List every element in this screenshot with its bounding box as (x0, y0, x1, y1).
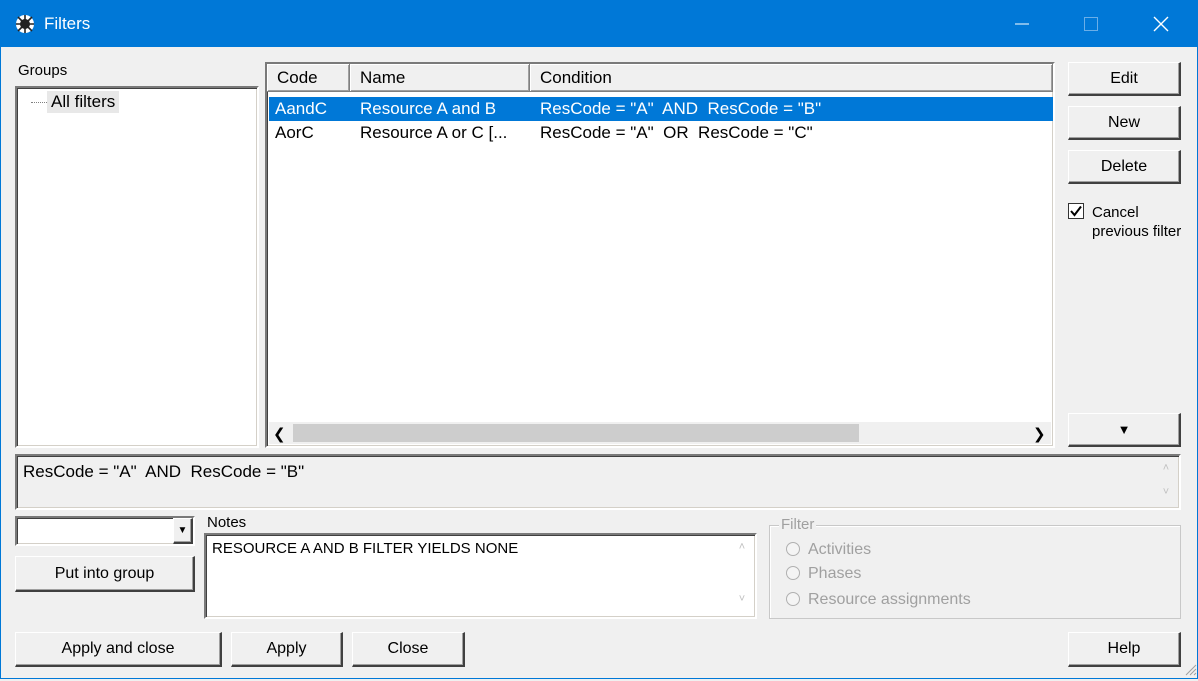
apply-button[interactable]: Apply (231, 632, 343, 667)
close-icon (1153, 16, 1169, 31)
help-button[interactable]: Help (1068, 632, 1181, 667)
group-select[interactable]: ▼ (15, 516, 195, 546)
notes-textarea[interactable]: RESOURCE A AND B FILTER YIELDS NONE ˄ ˅ (204, 533, 757, 619)
chevron-down-icon[interactable]: ▼ (173, 518, 193, 544)
apply-and-close-button[interactable]: Apply and close (15, 632, 222, 667)
scroll-left-icon[interactable]: ❮ (273, 425, 286, 443)
condition-display[interactable]: ResCode = "A" AND ResCode = "B" ˄ ˅ (15, 454, 1181, 510)
row-name: Resource A or C [... (360, 123, 508, 142)
notes-text: RESOURCE A AND B FILTER YIELDS NONE (212, 540, 519, 557)
horizontal-scrollbar[interactable]: ❮ ❯ (269, 422, 1051, 444)
scroll-right-icon[interactable]: ❯ (1033, 425, 1046, 443)
edit-button[interactable]: Edit (1068, 62, 1181, 96)
scroll-down-icon[interactable]: ˅ (1157, 486, 1175, 498)
close-button[interactable]: Close (352, 632, 465, 667)
title-bar[interactable]: Filters (0, 0, 1198, 47)
window-title: Filters (44, 14, 91, 33)
filter-list[interactable]: Code Name Condition AandC Resource A and… (265, 62, 1055, 448)
tree-item-all-filters[interactable]: All filters (47, 91, 120, 113)
list-header: Code Name Condition (267, 64, 1053, 93)
condition-text: ResCode = "A" AND ResCode = "B" (23, 462, 305, 481)
delete-button[interactable]: Delete (1068, 150, 1181, 184)
maximize-button[interactable] (1058, 0, 1124, 47)
scroll-down-icon[interactable]: ˅ (733, 593, 751, 605)
row-code: AorC (275, 123, 314, 142)
filter-groupbox-label: Filter (779, 516, 817, 533)
close-window-button[interactable] (1128, 0, 1194, 47)
app-icon (14, 13, 36, 35)
table-row[interactable]: AorC Resource A or C [... ResCode = "A" … (269, 121, 1053, 145)
groups-tree[interactable]: All filters (15, 86, 259, 448)
new-button[interactable]: New (1068, 106, 1181, 140)
groups-label: Groups (18, 62, 68, 79)
scroll-up-icon[interactable]: ˄ (1157, 462, 1175, 474)
radio-activities[interactable] (786, 542, 800, 556)
notes-scrollbar[interactable]: ˄ ˅ (733, 537, 751, 615)
maximize-icon (1084, 16, 1098, 31)
scrollbar-thumb[interactable] (293, 424, 859, 442)
put-into-group-button[interactable]: Put into group (15, 556, 195, 592)
checkmark-icon (1070, 205, 1082, 217)
row-code: AandC (275, 99, 327, 118)
row-name: Resource A and B (360, 99, 497, 118)
tree-connector (31, 102, 47, 103)
minimize-icon (1015, 23, 1029, 24)
column-header-condition[interactable]: Condition (530, 64, 1053, 92)
radio-activities-label: Activities (808, 541, 872, 558)
table-row[interactable]: AandC Resource A and B ResCode = "A" AND… (269, 97, 1053, 121)
radio-resource-assignments-label: Resource assignments (808, 591, 971, 608)
column-header-name[interactable]: Name (350, 64, 530, 92)
cancel-previous-label[interactable]: Cancel previous filter (1092, 203, 1181, 241)
resize-grip-icon[interactable] (1183, 662, 1197, 676)
notes-label: Notes (207, 514, 247, 531)
row-condition: ResCode = "A" AND ResCode = "B" (540, 99, 822, 118)
condition-scrollbar[interactable]: ˄ ˅ (1157, 458, 1175, 506)
row-condition: ResCode = "A" OR ResCode = "C" (540, 123, 813, 142)
cancel-previous-checkbox[interactable] (1068, 203, 1084, 219)
column-header-code[interactable]: Code (267, 64, 350, 92)
more-button[interactable]: ▼ (1068, 413, 1181, 447)
radio-phases-label: Phases (808, 565, 862, 582)
radio-phases[interactable] (786, 566, 800, 580)
scroll-up-icon[interactable]: ˄ (733, 541, 751, 553)
radio-resource-assignments[interactable] (786, 592, 800, 606)
cancel-previous-line1: Cancel (1092, 204, 1139, 221)
minimize-button[interactable] (989, 0, 1055, 47)
cancel-previous-line2: previous filter (1092, 223, 1182, 240)
